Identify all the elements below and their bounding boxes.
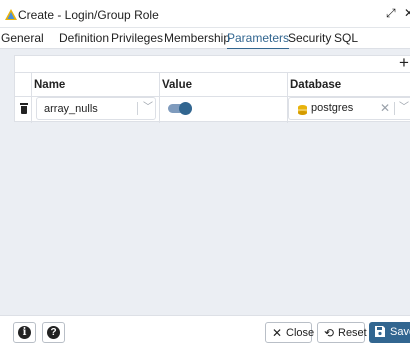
help-button[interactable]: ? bbox=[42, 322, 65, 343]
select-separator bbox=[137, 102, 138, 115]
tab-sql[interactable]: SQL bbox=[334, 31, 358, 49]
reset-button[interactable]: ⟲ Reset bbox=[317, 322, 367, 343]
clear-x-icon[interactable]: ✕ bbox=[380, 101, 390, 115]
parameter-name-value: array_nulls bbox=[44, 103, 98, 115]
tab-bar: General Definition Privileges Membership… bbox=[0, 28, 410, 50]
expand-arrows-icon[interactable]: ⤢ bbox=[386, 6, 400, 20]
tab-membership[interactable]: Membership bbox=[164, 31, 230, 49]
select-separator bbox=[394, 102, 395, 115]
column-header-name: Name bbox=[34, 79, 66, 91]
history-icon: ⟲ bbox=[324, 326, 335, 340]
toggle-knob bbox=[179, 102, 192, 115]
grid-header-row: Name Value Database bbox=[15, 73, 410, 97]
chevron-down-icon[interactable]: ﹀ bbox=[399, 102, 409, 113]
database-value: postgres bbox=[311, 102, 354, 114]
save-button-label: Save bbox=[390, 326, 410, 338]
tab-definition[interactable]: Definition bbox=[59, 31, 109, 49]
column-header-value: Value bbox=[162, 79, 193, 91]
dialog-title: Create - Login/Group Role bbox=[18, 8, 159, 22]
tab-security[interactable]: Security bbox=[288, 31, 331, 49]
parameter-value-toggle[interactable] bbox=[168, 102, 192, 115]
close-icon[interactable]: ✕ bbox=[404, 6, 410, 20]
dialog-footer: i ? ✕ Close ⟲ Reset Save bbox=[0, 315, 410, 346]
question-circle-icon: ? bbox=[47, 326, 60, 339]
grid-toolbar: + bbox=[15, 53, 410, 73]
database-icon bbox=[298, 103, 307, 115]
tab-privileges[interactable]: Privileges bbox=[111, 31, 163, 49]
plus-icon[interactable]: + bbox=[399, 53, 409, 73]
tab-content: + Name Value Database array_nulls ﹀ post… bbox=[0, 49, 410, 315]
close-button-label: Close bbox=[286, 327, 315, 339]
tab-parameters[interactable]: Parameters bbox=[227, 31, 290, 50]
save-button[interactable]: Save bbox=[369, 322, 410, 343]
close-button[interactable]: ✕ Close bbox=[265, 322, 315, 343]
trash-icon[interactable] bbox=[20, 103, 28, 114]
column-header-database: Database bbox=[290, 79, 342, 91]
dialog-titlebar: Create - Login/Group Role ⤢ ✕ bbox=[0, 0, 410, 28]
floppy-disk-icon bbox=[375, 326, 385, 337]
tab-general[interactable]: General bbox=[1, 31, 44, 49]
info-circle-icon: i bbox=[18, 326, 31, 339]
reset-button-label: Reset bbox=[338, 327, 367, 339]
parameter-name-select[interactable]: array_nulls ﹀ bbox=[36, 97, 156, 120]
chevron-down-icon[interactable]: ﹀ bbox=[143, 102, 153, 113]
x-icon: ✕ bbox=[272, 326, 283, 340]
info-button[interactable]: i bbox=[13, 322, 36, 343]
database-select[interactable]: postgres ✕ ﹀ bbox=[288, 97, 410, 120]
